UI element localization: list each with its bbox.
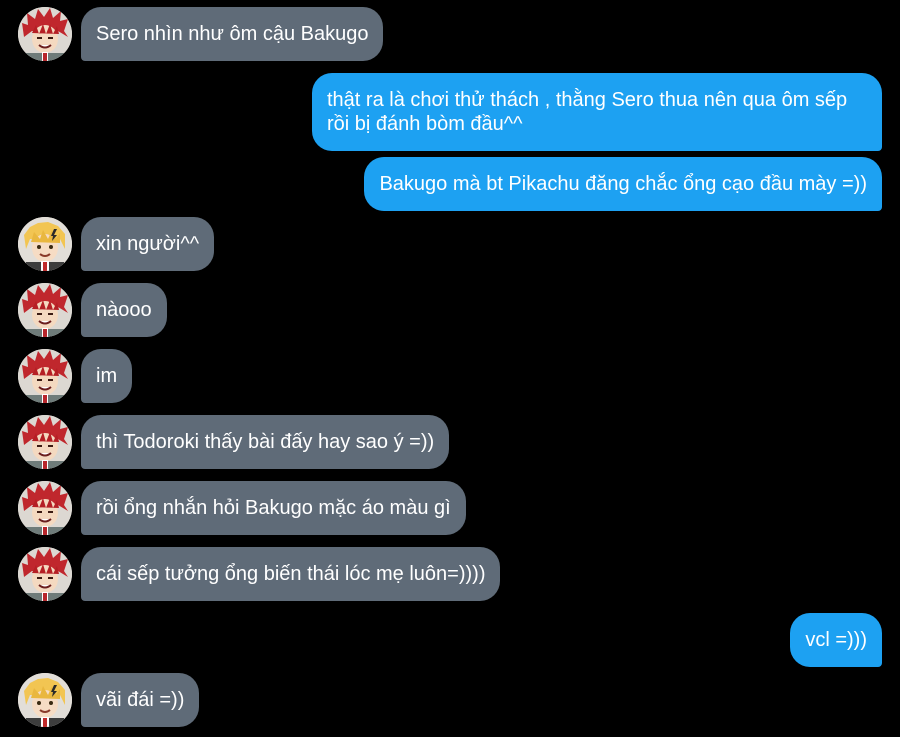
avatar-red-hair[interactable] <box>18 283 72 337</box>
message-row-incoming: vãi đái =)) <box>0 673 900 727</box>
red-hair-avatar-icon <box>18 283 72 337</box>
red-hair-avatar-icon <box>18 481 72 535</box>
red-hair-avatar-icon <box>18 7 72 61</box>
message-bubble-incoming[interactable]: Sero nhìn như ôm cậu Bakugo <box>81 7 384 61</box>
avatar-red-hair[interactable] <box>18 481 72 535</box>
blonde-hair-avatar-icon <box>18 217 72 271</box>
avatar-red-hair[interactable] <box>18 415 72 469</box>
avatar-red-hair[interactable] <box>18 7 72 61</box>
message-bubble-incoming[interactable]: vãi đái =)) <box>81 673 200 727</box>
message-bubble-incoming[interactable]: rồi ổng nhắn hỏi Bakugo mặc áo màu gì <box>81 481 466 535</box>
message-row-incoming: thì Todoroki thấy bài đấy hay sao ý =)) <box>0 415 900 469</box>
message-row-outgoing: thật ra là chơi thử thách , thằng Sero t… <box>0 73 900 151</box>
red-hair-avatar-icon <box>18 349 72 403</box>
message-row-incoming: im <box>0 349 900 403</box>
message-bubble-incoming[interactable]: im <box>81 349 133 403</box>
message-bubble-incoming[interactable]: cái sếp tưởng ổng biến thái lóc mẹ luôn=… <box>81 547 501 601</box>
message-row-incoming: Sero nhìn như ôm cậu Bakugo <box>0 7 900 61</box>
avatar-red-hair[interactable] <box>18 349 72 403</box>
message-row-incoming: xin người^^ <box>0 217 900 271</box>
message-row-incoming: rồi ổng nhắn hỏi Bakugo mặc áo màu gì <box>0 481 900 535</box>
blonde-hair-avatar-icon <box>18 673 72 727</box>
red-hair-avatar-icon <box>18 547 72 601</box>
message-row-outgoing: vcl =))) <box>0 613 900 667</box>
message-bubble-outgoing[interactable]: vcl =))) <box>790 613 882 667</box>
avatar-red-hair[interactable] <box>18 547 72 601</box>
message-row-incoming: nàooo <box>0 283 900 337</box>
message-bubble-outgoing[interactable]: thật ra là chơi thử thách , thằng Sero t… <box>312 73 882 151</box>
avatar-blonde-hair[interactable] <box>18 673 72 727</box>
message-bubble-incoming[interactable]: xin người^^ <box>81 217 215 271</box>
message-row-outgoing: Bakugo mà bt Pikachu đăng chắc ổng cạo đ… <box>0 157 900 211</box>
message-row-incoming: cái sếp tưởng ổng biến thái lóc mẹ luôn=… <box>0 547 900 601</box>
avatar-blonde-hair[interactable] <box>18 217 72 271</box>
message-bubble-incoming[interactable]: thì Todoroki thấy bài đấy hay sao ý =)) <box>81 415 450 469</box>
red-hair-avatar-icon <box>18 415 72 469</box>
message-bubble-outgoing[interactable]: Bakugo mà bt Pikachu đăng chắc ổng cạo đ… <box>364 157 882 211</box>
message-bubble-incoming[interactable]: nàooo <box>81 283 167 337</box>
